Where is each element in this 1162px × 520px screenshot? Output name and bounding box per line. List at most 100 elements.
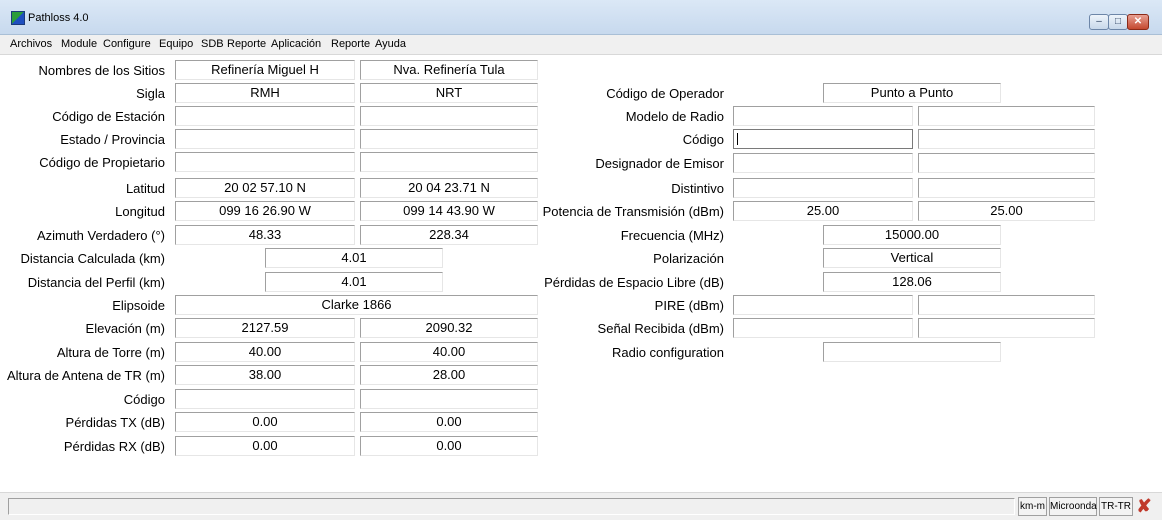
radio-configuration[interactable] (823, 342, 1001, 362)
altura-torre-a[interactable]: 40.00 (175, 342, 355, 362)
label-codigo-estacion: Código de Estación (52, 109, 165, 124)
label-latitud: Latitud (125, 181, 165, 196)
latitud-a[interactable]: 20 02 57.10 N (175, 178, 355, 198)
window-title: Pathloss 4.0 (28, 12, 89, 24)
label-codigo-left: Código (123, 392, 165, 407)
codigo-right-b[interactable] (918, 129, 1095, 149)
menu-ayuda[interactable]: Ayuda (375, 38, 406, 50)
perdidas-espacio[interactable]: 128.06 (823, 272, 1001, 292)
status-link: TR-TR (1099, 497, 1133, 516)
estado-b[interactable] (360, 129, 538, 149)
elipsoide[interactable]: Clarke 1866 (175, 295, 538, 315)
elevacion-a[interactable]: 2127.59 (175, 318, 355, 338)
label-designador-emisor: Designador de Emisor (595, 156, 724, 171)
propietario-a[interactable] (175, 152, 355, 172)
modelo-radio-a[interactable] (733, 106, 913, 126)
menu-bar: Archivos Module Configure Equipo SDB Rep… (0, 35, 1162, 55)
altura-antena-a[interactable]: 38.00 (175, 365, 355, 385)
distintivo-b[interactable] (918, 178, 1095, 198)
azimuth-a[interactable]: 48.33 (175, 225, 355, 245)
altura-antena-b[interactable]: 28.00 (360, 365, 538, 385)
label-perdidas-tx: Pérdidas TX (dB) (65, 415, 165, 430)
menu-aplicacion[interactable]: Aplicación (271, 38, 321, 50)
polarizacion[interactable]: Vertical (823, 248, 1001, 268)
senal-recibida-b[interactable] (918, 318, 1095, 338)
label-sitios: Nombres de los Sitios (38, 63, 165, 78)
maximize-button[interactable]: □ (1108, 14, 1128, 30)
menu-equipo[interactable]: Equipo (159, 38, 193, 50)
frecuencia[interactable]: 15000.00 (823, 225, 1001, 245)
label-frecuencia: Frecuencia (MHz) (620, 228, 724, 243)
label-elevacion: Elevación (m) (85, 321, 165, 336)
propietario-b[interactable] (360, 152, 538, 172)
codigo-right-input[interactable] (733, 129, 913, 149)
label-modelo-radio: Modelo de Radio (625, 109, 724, 124)
title-bar: Pathloss 4.0 – □ ✕ (0, 0, 1162, 35)
codigo-left-b[interactable] (360, 389, 538, 409)
minimize-button[interactable]: – (1089, 14, 1109, 30)
close-x-icon[interactable]: ✘ (1135, 496, 1153, 516)
sigla-a[interactable]: RMH (175, 83, 355, 103)
label-azimuth: Azimuth Verdadero (°) (36, 228, 165, 243)
azimuth-b[interactable]: 228.34 (360, 225, 538, 245)
senal-recibida-a[interactable] (733, 318, 913, 338)
site-name-a[interactable]: Refinería Miguel H (175, 60, 355, 80)
label-propietario: Código de Propietario (39, 155, 165, 170)
codigo-estacion-b[interactable] (360, 106, 538, 126)
menu-archivos[interactable]: Archivos (10, 38, 52, 50)
altura-torre-b[interactable]: 40.00 (360, 342, 538, 362)
pire-a[interactable] (733, 295, 913, 315)
close-button[interactable]: ✕ (1127, 14, 1149, 30)
label-longitud: Longitud (115, 204, 165, 219)
status-bar: km-m Microonda TR-TR ✘ (0, 492, 1162, 520)
estado-a[interactable] (175, 129, 355, 149)
menu-reporte[interactable]: Reporte (227, 38, 266, 50)
status-units: km-m (1018, 497, 1047, 516)
label-elipsoide: Elipsoide (112, 298, 165, 313)
perdidas-rx-b[interactable]: 0.00 (360, 436, 538, 456)
label-sigla: Sigla (136, 86, 165, 101)
longitud-a[interactable]: 099 16 26.90 W (175, 201, 355, 221)
label-codigo-operador: Código de Operador (606, 86, 724, 101)
label-radio-configuration: Radio configuration (611, 345, 724, 360)
label-altura-antena: Altura de Antena de TR (m) (6, 368, 165, 383)
longitud-b[interactable]: 099 14 43.90 W (360, 201, 538, 221)
app-icon (11, 11, 25, 25)
label-perdidas-espacio: Pérdidas de Espacio Libre (dB) (544, 275, 724, 290)
codigo-estacion-a[interactable] (175, 106, 355, 126)
label-polarizacion: Polarización (653, 251, 724, 266)
label-estado: Estado / Provincia (60, 132, 165, 147)
label-pire: PIRE (dBm) (654, 298, 724, 313)
distintivo-a[interactable] (733, 178, 913, 198)
designador-emisor-a[interactable] (733, 153, 913, 173)
elevacion-b[interactable]: 2090.32 (360, 318, 538, 338)
label-codigo-right: Código (682, 132, 724, 147)
status-mode: Microonda (1049, 497, 1097, 516)
label-altura-torre: Altura de Torre (m) (56, 345, 165, 360)
sigla-b[interactable]: NRT (360, 83, 538, 103)
latitud-b[interactable]: 20 04 23.71 N (360, 178, 538, 198)
status-message (8, 498, 1015, 515)
designador-emisor-b[interactable] (918, 153, 1095, 173)
codigo-left-a[interactable] (175, 389, 355, 409)
perdidas-rx-a[interactable]: 0.00 (175, 436, 355, 456)
label-distintivo: Distintivo (671, 181, 724, 196)
pire-b[interactable] (918, 295, 1095, 315)
label-perdidas-rx: Pérdidas RX (dB) (63, 439, 165, 454)
label-senal-recibida: Señal Recibida (dBm) (597, 321, 724, 336)
menu-module[interactable]: Module (61, 38, 97, 50)
codigo-operador[interactable]: Punto a Punto (823, 83, 1001, 103)
label-distancia-calculada: Distancia Calculada (km) (20, 251, 166, 266)
menu-configure[interactable]: Configure (103, 38, 151, 50)
modelo-radio-b[interactable] (918, 106, 1095, 126)
perdidas-tx-b[interactable]: 0.00 (360, 412, 538, 432)
distancia-perfil[interactable]: 4.01 (265, 272, 443, 292)
potencia-b[interactable]: 25.00 (918, 201, 1095, 221)
potencia-a[interactable]: 25.00 (733, 201, 913, 221)
label-potencia: Potencia de Transmisión (dBm) (542, 204, 724, 219)
distancia-calculada[interactable]: 4.01 (265, 248, 443, 268)
site-name-b[interactable]: Nva. Refinería Tula (360, 60, 538, 80)
perdidas-tx-a[interactable]: 0.00 (175, 412, 355, 432)
menu-reporte-2[interactable]: Reporte (331, 38, 370, 50)
menu-sdb[interactable]: SDB (201, 38, 224, 50)
